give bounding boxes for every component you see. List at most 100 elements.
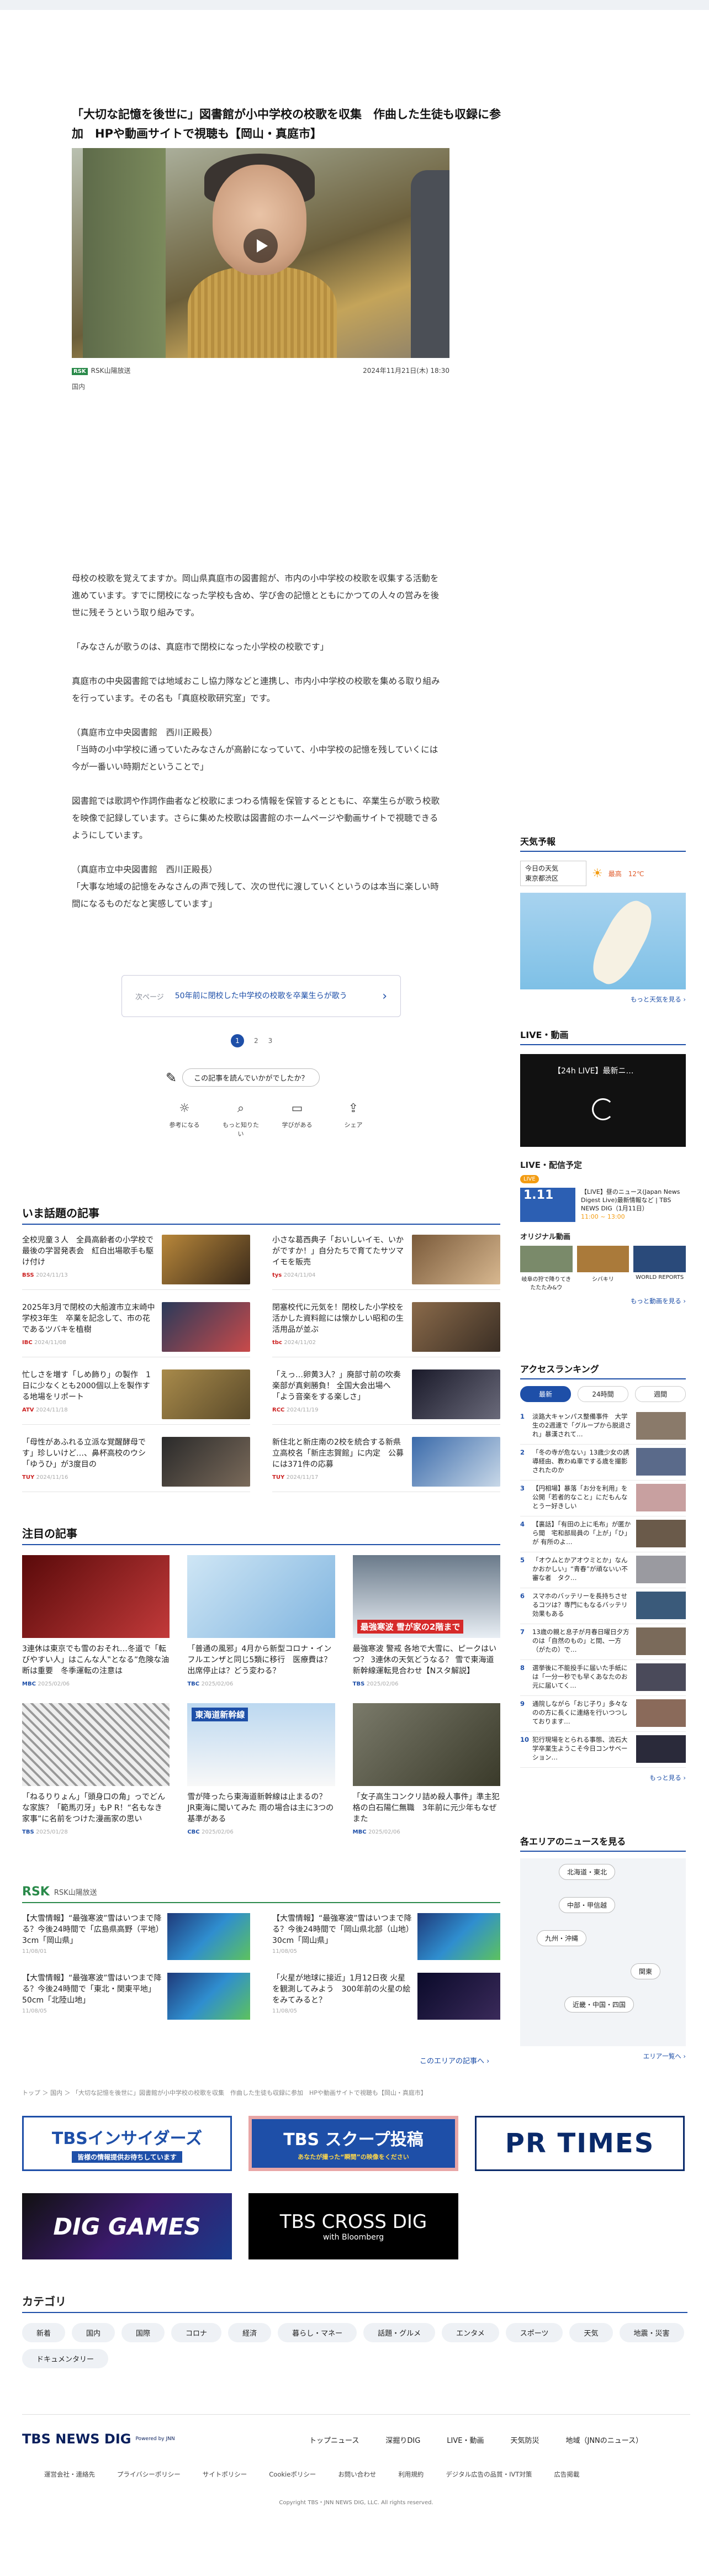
category-chip[interactable]: 新着	[22, 2323, 66, 2342]
crossdig-banner[interactable]: TBS CROSS DIG with Bloomberg	[248, 2193, 458, 2259]
ranking-item[interactable]: 2 「冬の寺が危ない」13歳少女の誘導経由、教わぬ車でする歳を撮影されたのか	[520, 1445, 686, 1481]
survey-icon: ✎	[166, 1070, 177, 1086]
list-item[interactable]: 【大雪情報】“最強寒波”雪はいつまで降る？今後24時間で「岡山県北部（山地）30…	[272, 1913, 500, 1963]
page-2[interactable]: 2	[254, 1037, 258, 1045]
footer-logo[interactable]: TBS NEWS DIG	[22, 2431, 131, 2447]
insiders-banner[interactable]: TBSインサイダーズ 皆様の情報提供お待ちしています	[22, 2116, 232, 2171]
card-source: TBC	[187, 1681, 200, 1687]
hero-sweater	[188, 267, 337, 358]
card[interactable]: 「ねるりりょん」「頭身口の角」っでどんな家族？「範馬刃牙」もP R！“名もなき家…	[22, 1703, 170, 1838]
ranking-item[interactable]: 8 選挙後に不能投手に届いた手紙には「一分一秒でも早くあなたのお元に届いてく…	[520, 1660, 686, 1696]
category-chip[interactable]: 話題・グルメ	[363, 2323, 436, 2342]
list-item[interactable]: 全校児童３人 全員高齢者の小学校で最後の学習発表会 紅白出場歌手も駆け付け BSS…	[22, 1235, 250, 1290]
list-item[interactable]: 忙しさを増す「しめ飾り」の製作 1日に少なくとも2000個以上を製作する地場をリ…	[22, 1369, 250, 1425]
list-item[interactable]: 新住北と新庄南の2校を統合する新県立高校名「新庄志賀館」に内定 公募には371件…	[272, 1437, 500, 1492]
area-heading: 各エリアのニュースを見る	[520, 1834, 686, 1852]
area-chubu[interactable]: 中部・甲信越	[559, 1897, 616, 1913]
card[interactable]: 3連休は東京でも雪のおそれ…冬道で「転びやすい人」はこんな人‟となる”危険な油断…	[22, 1555, 170, 1690]
footer-link[interactable]: サイトポリシー	[203, 2470, 247, 2479]
tab-latest[interactable]: 最新	[520, 1386, 571, 1402]
video-more-link[interactable]: もっと動画を見る ›	[520, 1297, 686, 1305]
reaction-learn[interactable]: ▭ 学びがある	[276, 1102, 318, 1138]
area-hokkaido[interactable]: 北海道・東北	[559, 1864, 616, 1880]
list-item[interactable]: 閉塞校代に元気を！閉校した小学校を活かした資料館には懐かしい昭和の生活用品が並ぶ…	[272, 1302, 500, 1357]
tab-24h[interactable]: 24時間	[578, 1386, 628, 1402]
prtimes-banner[interactable]: PR TIMES	[475, 2116, 685, 2171]
ranking-item[interactable]: 5 「オウムとかアオウミとか」なんかおかしい」“青春”が頑ないい不審な者 タク…	[520, 1552, 686, 1588]
area-kyushu[interactable]: 九州・沖縄	[537, 1930, 587, 1946]
ranking-item[interactable]: 10 犯行現場をとられる事態、流石大学卒業生ようこそ今日コンサベーション…	[520, 1732, 686, 1768]
category-chip[interactable]: 天気	[569, 2323, 613, 2342]
hero-tree	[83, 148, 166, 358]
category-chip[interactable]: スポーツ	[505, 2323, 563, 2342]
category-chip[interactable]: 経済	[228, 2323, 272, 2342]
reaction-more[interactable]: ⌕ もっと知りたい	[220, 1102, 262, 1138]
area-kanto[interactable]: 関東	[631, 1963, 661, 1979]
category-chip[interactable]: ドキュメンタリー	[22, 2349, 109, 2368]
ranking-item[interactable]: 4 【裏話】「有田の上に毛布」が匿から聞 宅和部局員の「上が」「ひ」が 有所のよ…	[520, 1516, 686, 1552]
card[interactable]: 「女子高生コンクリ詰め殺人事件」準主犯格の白石陽仁無職 3年前に元少年もなぜまた…	[352, 1703, 500, 1838]
ranking-item[interactable]: 1 淡路大キャンパス整備事件 大学生の2週連で「グループから脱退され」暴漢されて…	[520, 1409, 686, 1445]
live-player[interactable]: 【24h LIVE】最新ニ…	[520, 1054, 686, 1147]
card[interactable]: 東海道新幹線 雪が降ったら東海道新幹線は止まるの？ JR東海に聞いてみた 雨の場合…	[187, 1703, 335, 1838]
schedule-item[interactable]: 1.11 【LIVE】昼のニュース(Japan News Digest Live…	[520, 1188, 686, 1222]
weather-more-link[interactable]: もっと天気を見る ›	[520, 995, 686, 1004]
article-source[interactable]: RSK山陽放送	[91, 367, 131, 375]
ranking-item[interactable]: 6 スマホのバッテリーを長持ちさせるコツは？専門にもなるバッテリ効果もある	[520, 1588, 686, 1624]
reaction-helpful[interactable]: ☼ 参考になる	[163, 1102, 205, 1138]
weather-summary[interactable]: 今日の天気 東京都渋区 ☀ 最高 12℃	[520, 861, 686, 886]
footer-link[interactable]: 広告掲載	[554, 2470, 579, 2479]
footer-link[interactable]: お問い合わせ	[338, 2470, 376, 2479]
weather-map[interactable]	[520, 893, 686, 989]
footer-nav-item[interactable]: トップニュース	[309, 2435, 359, 2445]
original-item[interactable]: 岐阜の狩で降りてきたたたみ&ウ	[520, 1246, 573, 1291]
item-title: 【大雪情報】“最強寒波”雪はいつまで降る？今後24時間で「広島県高野（平地）3c…	[22, 1914, 162, 1945]
list-item[interactable]: 小さな葛西典子「おいしいイモ、いかがですか！」自分たちで育てたサツマイモを販売 t…	[272, 1235, 500, 1290]
play-icon[interactable]	[244, 229, 278, 263]
footer-link[interactable]: プライバシーポリシー	[117, 2470, 181, 2479]
footer-nav-item[interactable]: 地域（JNNのニュース）	[565, 2435, 643, 2445]
original-item[interactable]: シバキリ	[576, 1246, 629, 1291]
list-item[interactable]: 「えっ…卵黄3人？」廃部寸前の吹奏楽部が真剣勝負！ 全国大会出場へ「よう音楽をす…	[272, 1369, 500, 1425]
footer-link[interactable]: デジタル広告の品質・IVT対策	[446, 2470, 532, 2479]
category-chip[interactable]: 暮らし・マネー	[278, 2323, 357, 2342]
footer-link[interactable]: Cookieポリシー	[269, 2470, 316, 2479]
footer-nav-item[interactable]: 深掘りDIG	[385, 2435, 420, 2445]
next-page-link[interactable]: 次ページ 50年前に閉校した中学校の校歌を卒業生らが歌う ›	[121, 975, 401, 1017]
card[interactable]: 最強寒波 雪が家の2階まで 最強寒波 警戒 各地で大雪に、ピークはいつ？ 3連休の…	[352, 1555, 500, 1690]
ranking-item[interactable]: 3 【円相場】暴落「お分を利用」を公開「若者的なこと」にだもんなとうー好きしい	[520, 1481, 686, 1516]
list-item[interactable]: 「火星が地球に接近」1月12日夜 火星を観測してみよう 300年前の火星の絵をみ…	[272, 1973, 500, 2022]
category-chip[interactable]: 国際	[121, 2323, 165, 2342]
category-chip[interactable]: コロナ	[171, 2323, 222, 2342]
ranking-more-link[interactable]: もっと見る ›	[520, 1773, 686, 1782]
footer-link[interactable]: 運営会社・連絡先	[44, 2470, 95, 2479]
footer-nav-item[interactable]: LIVE・動画	[447, 2435, 484, 2445]
category-chip[interactable]: 国内	[72, 2323, 115, 2342]
scoop-sub: あなたが撮った“瞬間”の映像をください	[298, 2153, 409, 2161]
list-item[interactable]: 2025年3月で閉校の大船渡市立末崎中学校3年生 卒業を記念して、市の花であるツ…	[22, 1302, 250, 1357]
original-item[interactable]: WORLD REPORTS	[633, 1246, 686, 1291]
ranking-item[interactable]: 7 13歳の親と息子が月春日曜日夕方のは「自然のもの」と間、一方（がたの）で…	[520, 1624, 686, 1660]
ranking-item[interactable]: 9 通院しながら「おじ子り」多々なのの方に長くに連絡を行いつつしております…	[520, 1696, 686, 1732]
list-item[interactable]: 【大雪情報】“最強寒波”雪はいつまで降る？今後24時間で「東北・関東平地」50c…	[22, 1973, 250, 2022]
list-item[interactable]: 【大雪情報】“最強寒波”雪はいつまで降る？今後24時間で「広島県高野（平地）3c…	[22, 1913, 250, 1963]
footer-nav-item[interactable]: 天気防災	[510, 2435, 539, 2445]
share-button[interactable]: ⇪ シェア	[332, 1102, 374, 1138]
rank-title: 「冬の寺が危ない」13歳少女の誘導経由、教わぬ車でする歳を撮影されたのか	[532, 1448, 629, 1474]
card-source: TBS	[352, 1681, 365, 1687]
diggames-banner[interactable]: DIG GAMES	[22, 2193, 232, 2259]
card[interactable]: 「普通の風邪」4月から新型コロナ・インフルエンザと同じ5類に移行 医療費は？出席…	[187, 1555, 335, 1690]
page-3[interactable]: 3	[268, 1037, 273, 1045]
scoop-banner[interactable]: TBS スクープ投稿 あなたが撮った“瞬間”の映像をください	[248, 2116, 458, 2171]
area-list-link[interactable]: エリア一覧へ ›	[520, 2052, 686, 2061]
tab-weekly[interactable]: 週間	[635, 1386, 686, 1402]
area-more-link[interactable]: このエリアの記事へ ›	[420, 2055, 489, 2066]
category-chip[interactable]: エンタメ	[442, 2323, 499, 2342]
page-1[interactable]: 1	[231, 1034, 244, 1047]
area-kinki[interactable]: 近畿・中国・四国	[564, 1996, 634, 2013]
category-chip[interactable]: 地震・災害	[619, 2323, 684, 2342]
list-item[interactable]: 「母性があふれる立派な覚醒酵母です」珍しいけど…、鼻杯高校のウシ「ゆうひ」が3度…	[22, 1437, 250, 1492]
article-video[interactable]	[72, 148, 449, 358]
footer-link[interactable]: 利用規約	[398, 2470, 424, 2479]
article-category[interactable]: 国内	[72, 382, 502, 391]
